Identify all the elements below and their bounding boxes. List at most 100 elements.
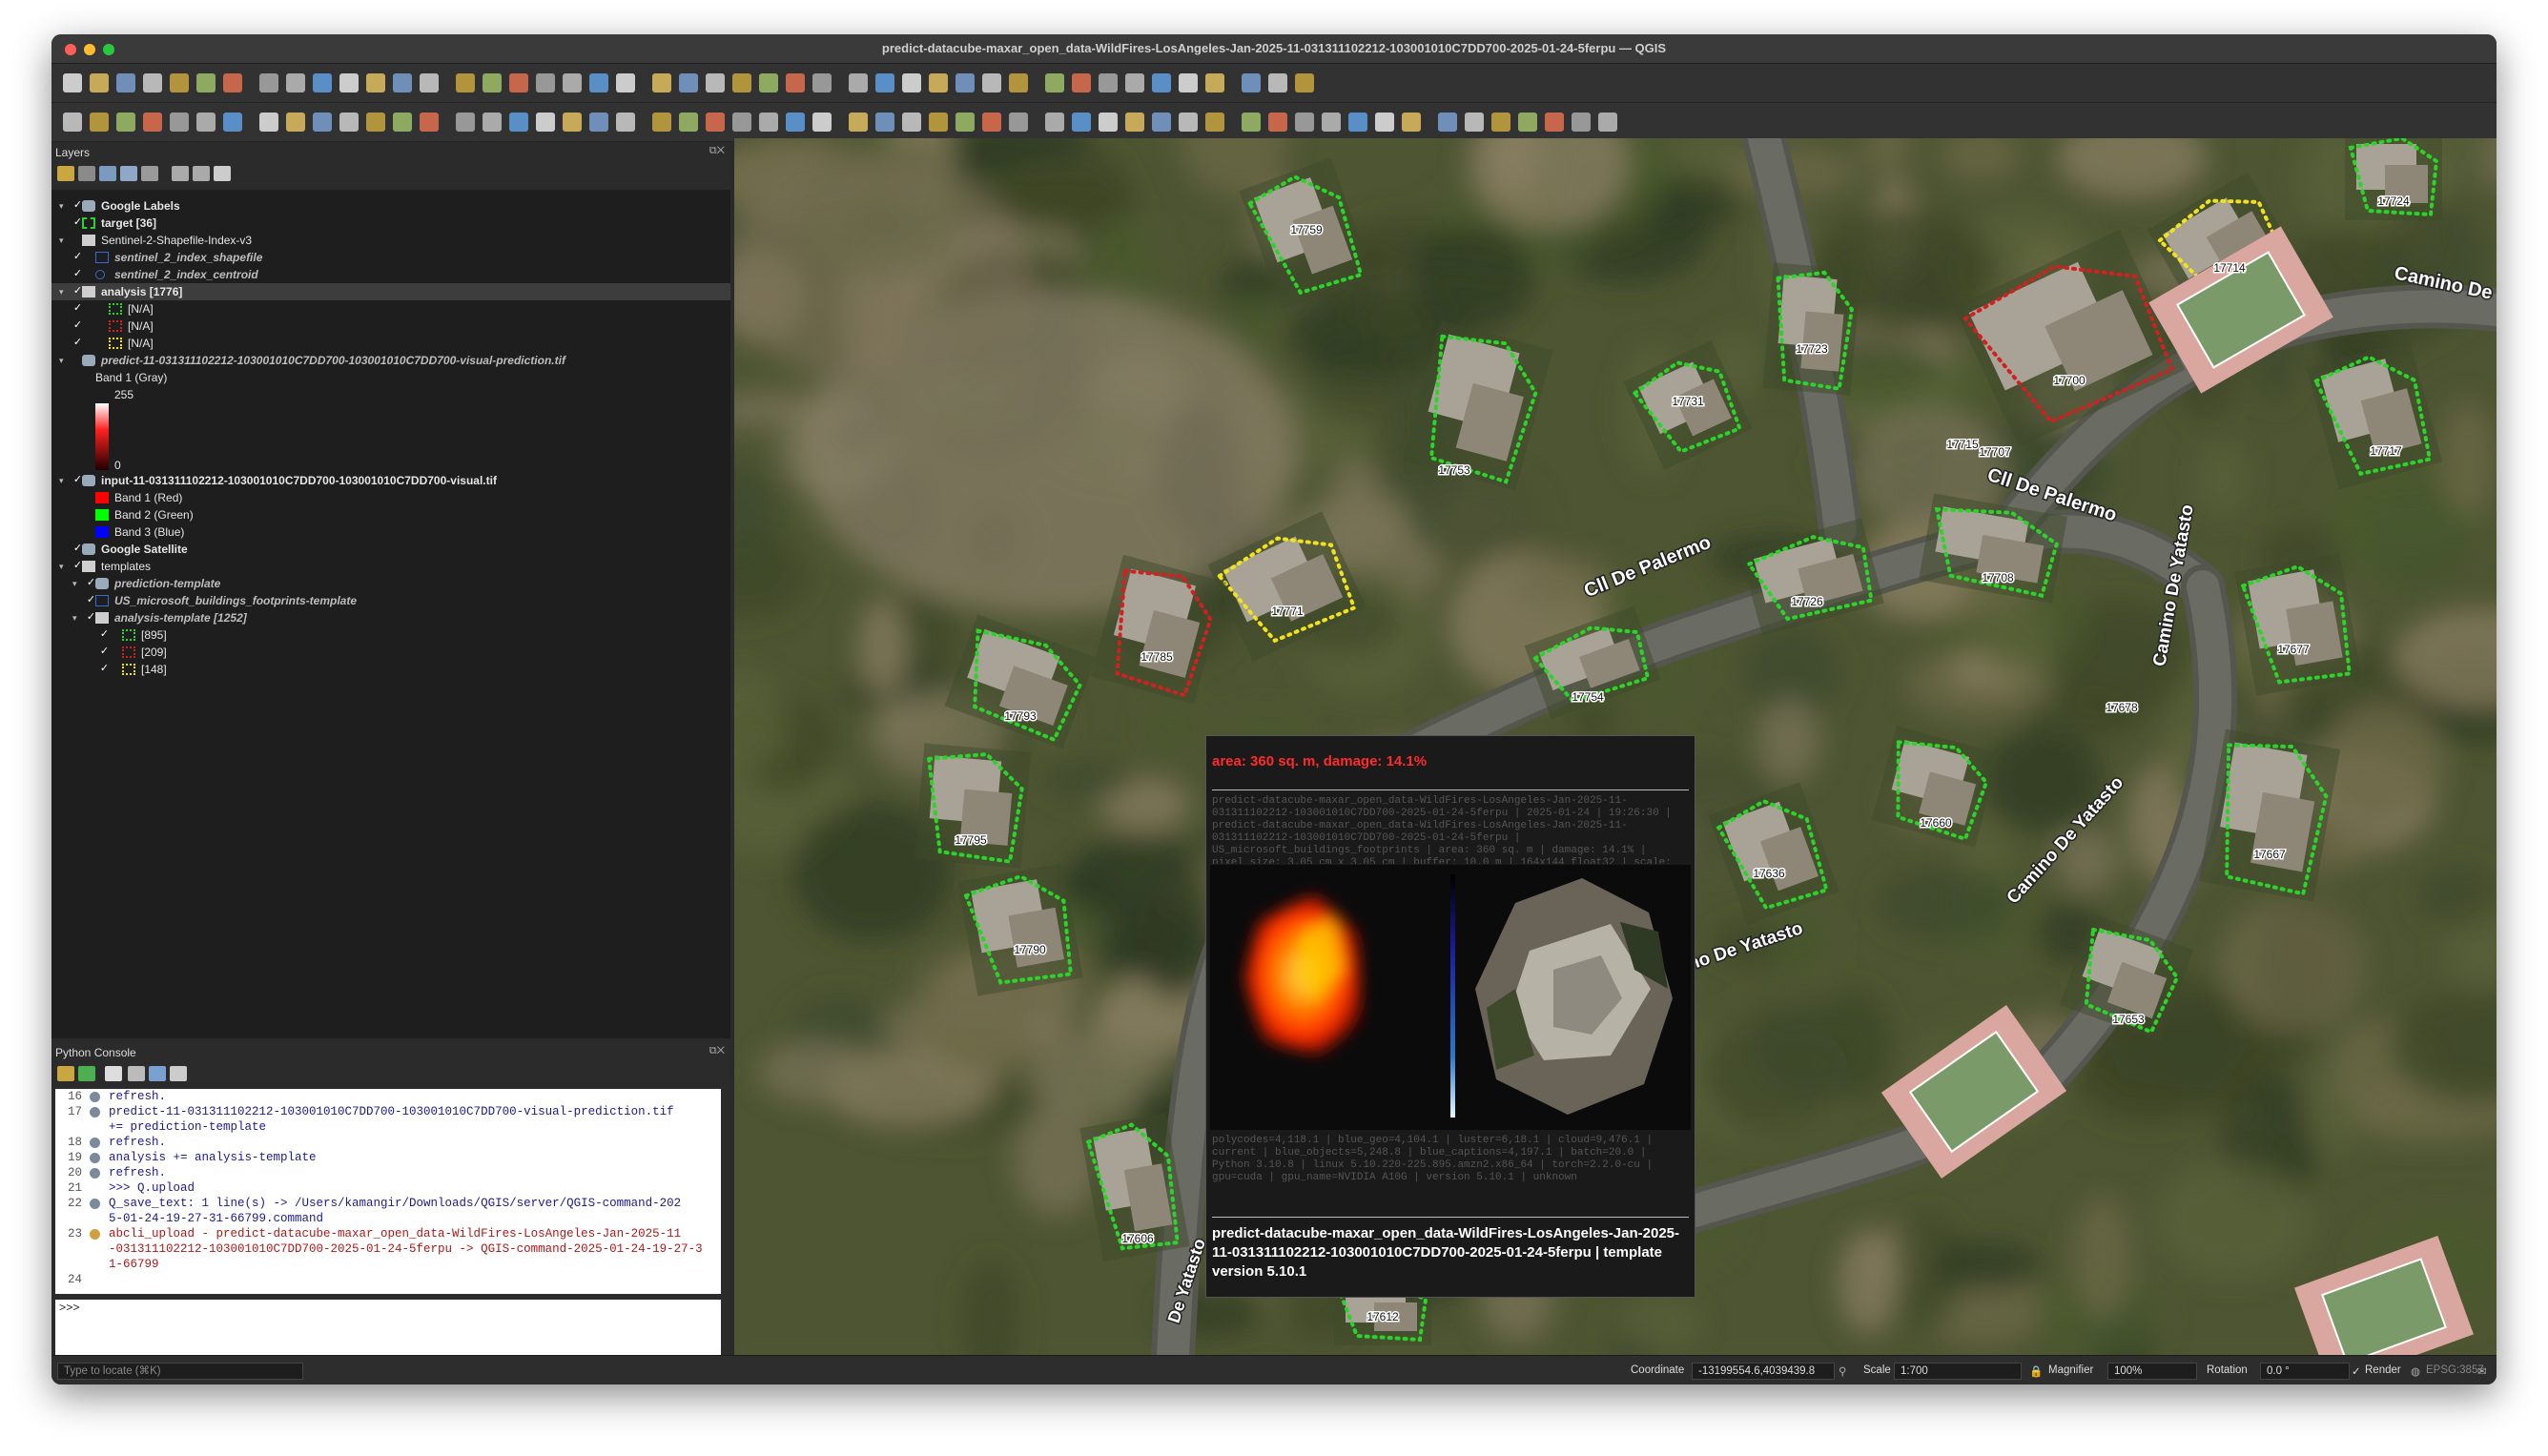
toolbar-button-icon[interactable] <box>259 73 278 92</box>
toolbar-button-icon[interactable] <box>902 113 921 132</box>
layer-tree-row[interactable]: Band 1 (Gray) <box>51 369 730 386</box>
extents-toggle-icon[interactable]: ⚲ <box>1839 1364 1846 1378</box>
toolbar-button-icon[interactable] <box>812 113 832 132</box>
toolbar-button-icon[interactable] <box>223 113 242 132</box>
toolbar-button-icon[interactable] <box>483 73 502 92</box>
layer-tree-row[interactable]: ✓ [209] <box>51 644 730 661</box>
open-layer-styling-icon[interactable] <box>57 166 74 181</box>
toolbar-button-icon[interactable] <box>1099 73 1118 92</box>
toolbar-button-icon[interactable] <box>63 113 82 132</box>
toolbar-button-icon[interactable] <box>589 73 608 92</box>
toolbar-button-icon[interactable] <box>143 73 162 92</box>
toolbar-button-icon[interactable] <box>1125 113 1144 132</box>
toolbar-button-icon[interactable] <box>812 73 832 92</box>
toolbar-button-icon[interactable] <box>313 113 332 132</box>
toolbar-button-icon[interactable] <box>196 73 216 92</box>
toolbar-button-icon[interactable] <box>1009 73 1028 92</box>
toolbar-button-icon[interactable] <box>679 113 698 132</box>
toolbar-button-icon[interactable] <box>563 113 582 132</box>
toolbar-button-icon[interactable] <box>1598 113 1617 132</box>
toolbar-button-icon[interactable] <box>286 73 305 92</box>
toolbar-button-icon[interactable] <box>1402 113 1421 132</box>
toolbar-button-icon[interactable] <box>366 113 385 132</box>
toolbar-button-icon[interactable] <box>786 73 805 92</box>
layer-visibility-checkbox[interactable]: ✓ <box>99 646 110 657</box>
building-parcel[interactable] <box>1762 262 1861 396</box>
toolbar-button-icon[interactable] <box>509 113 528 132</box>
layer-tree-row[interactable]: ▾ predict-11-031311102212-103001010C7DD70… <box>51 352 730 369</box>
map-canvas[interactable]: 17759 17723 17731 17753 17726 17708 17754 17793… <box>734 138 2497 1356</box>
toolbar-button-icon[interactable] <box>1438 113 1457 132</box>
building-parcel[interactable] <box>957 863 1083 996</box>
toolbar-button-icon[interactable] <box>732 73 751 92</box>
toolbar-button-icon[interactable] <box>143 113 162 132</box>
toolbar-button-icon[interactable] <box>929 113 948 132</box>
toolbar-button-icon[interactable] <box>982 73 1001 92</box>
toolbar-button-icon[interactable] <box>1465 113 1484 132</box>
layer-tree-row[interactable]: Band 2 (Green) <box>51 506 730 523</box>
layer-tree-row[interactable]: Band 3 (Blue) <box>51 523 730 541</box>
toolbar-button-icon[interactable] <box>1268 73 1287 92</box>
toolbar-button-icon[interactable] <box>616 113 635 132</box>
toolbar-button-icon[interactable] <box>1348 113 1367 132</box>
toolbar-button-icon[interactable] <box>196 113 216 132</box>
locator-search-input[interactable]: Type to locate (⌘K) <box>57 1363 303 1380</box>
layer-tree-row[interactable]: ✓ US_microsoft_buildings_footprints-templ… <box>51 592 730 609</box>
layer-tree-row[interactable]: ✓ [N/A] <box>51 318 730 335</box>
coordinate-field[interactable]: -13199554.6,4039439.8 <box>1692 1363 1835 1380</box>
toolbar-button-icon[interactable] <box>420 73 439 92</box>
toolbar-button-icon[interactable] <box>420 113 439 132</box>
remove-layer-icon[interactable] <box>214 166 231 181</box>
layer-tree-row[interactable]: ▾ Sentinel-2-Shapefile-Index-v3 <box>51 232 730 249</box>
toolbar-button-icon[interactable] <box>1295 113 1314 132</box>
toolbar-button-icon[interactable] <box>956 73 975 92</box>
toolbar-button-icon[interactable] <box>563 73 582 92</box>
layer-visibility-checkbox[interactable]: ✓ <box>99 664 110 674</box>
toolbar-button-icon[interactable] <box>616 73 635 92</box>
layer-tree-row[interactable]: ✓ Google Satellite <box>51 541 730 558</box>
toolbar-button-icon[interactable] <box>63 73 82 92</box>
help-icon[interactable] <box>149 1066 166 1081</box>
toolbar-button-icon[interactable] <box>339 113 359 132</box>
layer-tree-row[interactable]: ✓ [895] <box>51 626 730 644</box>
layer-tree-row[interactable]: ✓ [N/A] <box>51 300 730 318</box>
toolbar-button-icon[interactable] <box>956 113 975 132</box>
toolbar-button-icon[interactable] <box>259 113 278 132</box>
magnifier-field[interactable]: 100% <box>2107 1363 2197 1380</box>
messages-icon[interactable]: ✉ <box>2477 1364 2487 1378</box>
toolbar-button-icon[interactable] <box>286 113 305 132</box>
toolbar-button-icon[interactable] <box>706 73 725 92</box>
expand-all-icon[interactable] <box>172 166 189 181</box>
toolbar-button-icon[interactable] <box>706 113 725 132</box>
toolbar-button-icon[interactable] <box>849 73 868 92</box>
render-checkbox[interactable]: ✓ <box>2352 1364 2361 1378</box>
toolbar-button-icon[interactable] <box>1205 73 1224 92</box>
toolbar-button-icon[interactable] <box>1545 113 1564 132</box>
toolbar-button-icon[interactable] <box>1375 113 1394 132</box>
toolbar-button-icon[interactable] <box>1572 113 1591 132</box>
console-close-icon[interactable]: ⧉✕ <box>709 1045 725 1057</box>
toolbar-button-icon[interactable] <box>393 113 412 132</box>
manage-visibility-icon[interactable] <box>99 166 116 181</box>
layer-visibility-checkbox[interactable]: ✓ <box>72 269 83 279</box>
layer-tree-row[interactable]: ✓ sentinel_2_index_centroid <box>51 266 730 283</box>
filter-by-expression-icon[interactable] <box>141 166 158 181</box>
layer-tree-row[interactable]: Band 1 (Red) <box>51 489 730 506</box>
layer-tree-row[interactable]: 255 <box>51 386 730 403</box>
toolbar-button-icon[interactable] <box>1295 73 1314 92</box>
toolbar-button-icon[interactable] <box>339 73 359 92</box>
toolbar-button-icon[interactable] <box>786 113 805 132</box>
lock-scale-icon[interactable]: 🔒 <box>2029 1364 2043 1378</box>
collapse-all-icon[interactable] <box>193 166 210 181</box>
api-docs-icon[interactable] <box>170 1066 187 1081</box>
toolbar-button-icon[interactable] <box>759 113 778 132</box>
building-parcel[interactable] <box>914 743 1032 869</box>
toolbar-button-icon[interactable] <box>1072 73 1091 92</box>
toolbar-button-icon[interactable] <box>223 73 242 92</box>
toolbar-button-icon[interactable] <box>652 73 671 92</box>
toolbar-button-icon[interactable] <box>589 113 608 132</box>
toolbar-button-icon[interactable] <box>1518 113 1537 132</box>
crs-button[interactable]: EPSG:3857 <box>2426 1364 2484 1376</box>
layer-tree-row[interactable]: ✓ [148] <box>51 661 730 678</box>
toolbar-button-icon[interactable] <box>1152 73 1171 92</box>
